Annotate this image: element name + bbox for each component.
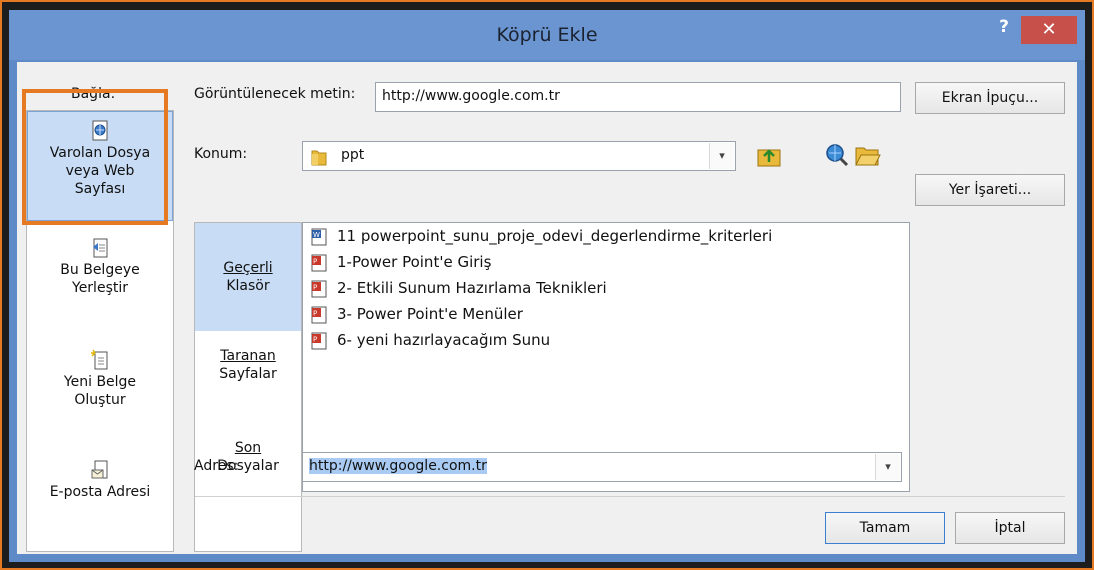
powerpoint-file-icon: P xyxy=(311,280,327,297)
svg-text:P: P xyxy=(313,257,317,265)
cancel-button[interactable]: İptal xyxy=(955,512,1065,544)
link-place-in-document-line2: Yerleştir xyxy=(72,280,128,296)
current-folder-line2: Klasör xyxy=(226,278,270,294)
current-folder-line1: Geçerli xyxy=(223,260,273,276)
link-email-address[interactable]: E-posta Adresi xyxy=(27,459,173,501)
bookmark-button[interactable]: Yer İşareti... xyxy=(915,174,1065,206)
svg-text:P: P xyxy=(313,309,317,317)
file-name: 1-Power Point'e Giriş xyxy=(337,253,492,271)
recent-files-line1: Son xyxy=(234,440,262,456)
link-create-new-document[interactable]: Yeni Belge Oluştur xyxy=(27,349,173,409)
file-name: 11 powerpoint_sunu_proje_odevi_degerlend… xyxy=(337,227,773,245)
powerpoint-file-icon: P xyxy=(311,306,327,323)
file-name: 3- Power Point'e Menüler xyxy=(337,305,523,323)
screentip-button[interactable]: Ekran İpuçu... xyxy=(915,82,1065,114)
hyperlink-dialog: Köprü Ekle ? ✕ Bağla: Varolan Dosya veya… xyxy=(9,10,1085,562)
list-item[interactable]: W 11 powerpoint_sunu_proje_odevi_degerle… xyxy=(311,224,772,248)
powerpoint-file-icon: P xyxy=(311,332,327,349)
browse-web-icon[interactable] xyxy=(823,141,851,169)
svg-text:P: P xyxy=(313,335,317,343)
list-item[interactable]: P 3- Power Point'e Menüler xyxy=(311,302,523,326)
separator xyxy=(195,496,1065,497)
list-item[interactable]: P 1-Power Point'e Giriş xyxy=(311,250,491,274)
help-button[interactable]: ? xyxy=(993,16,1015,38)
list-item[interactable]: P 2- Etkili Sunum Hazırlama Teknikleri xyxy=(311,276,607,300)
ok-button[interactable]: Tamam xyxy=(825,512,945,544)
look-in-select[interactable]: ppt ▾ xyxy=(302,141,736,171)
link-create-new-document-line2: Oluştur xyxy=(74,392,126,408)
browsed-pages-line2: Sayfalar xyxy=(219,366,277,382)
selected-link-highlight xyxy=(22,89,168,225)
address-input[interactable]: http://www.google.com.tr ▾ xyxy=(302,452,902,482)
file-name: 2- Etkili Sunum Hazırlama Teknikleri xyxy=(337,279,607,297)
address-label: Adres: xyxy=(194,458,239,474)
link-email-address-line1: E-posta Adresi xyxy=(49,484,151,500)
address-value: http://www.google.com.tr xyxy=(309,458,487,474)
link-place-in-document[interactable]: Bu Belgeye Yerleştir xyxy=(27,237,173,297)
up-folder-icon[interactable] xyxy=(755,142,783,170)
folder-icon xyxy=(311,150,327,166)
look-in-value: ppt xyxy=(341,147,365,163)
dialog-title: Köprü Ekle xyxy=(496,24,598,46)
browsed-pages-line1: Taranan xyxy=(220,348,276,364)
new-document-icon xyxy=(91,349,108,370)
link-place-in-document-line1: Bu Belgeye xyxy=(60,262,140,278)
list-item[interactable]: P 6- yeni hazırlayacağım Sunu xyxy=(311,328,550,352)
browse-nav: Geçerli Klasör Taranan Sayfalar Son Dosy… xyxy=(194,222,302,552)
svg-text:W: W xyxy=(313,231,320,239)
browsed-pages-tab[interactable]: Taranan Sayfalar xyxy=(195,347,301,383)
powerpoint-file-icon: P xyxy=(311,254,327,271)
word-file-icon: W xyxy=(311,228,327,245)
dialog-body: Bağla: Varolan Dosya veya Web Sayfası Bu… xyxy=(17,62,1077,554)
svg-text:P: P xyxy=(313,283,317,291)
current-folder-tab[interactable]: Geçerli Klasör xyxy=(195,223,301,331)
browse-file-icon[interactable] xyxy=(853,141,881,169)
close-button[interactable]: ✕ xyxy=(1021,16,1077,44)
title-bar: Köprü Ekle ? ✕ xyxy=(9,10,1085,60)
link-create-new-document-line1: Yeni Belge xyxy=(63,374,137,390)
look-in-dropdown-arrow[interactable]: ▾ xyxy=(709,143,734,169)
address-dropdown-arrow[interactable]: ▾ xyxy=(875,454,900,480)
display-text-input[interactable]: http://www.google.com.tr xyxy=(375,82,901,112)
look-in-label: Konum: xyxy=(194,146,248,162)
email-icon xyxy=(91,460,108,479)
display-text-label: Görüntülenecek metin: xyxy=(194,86,356,102)
file-name: 6- yeni hazırlayacağım Sunu xyxy=(337,331,551,349)
document-bookmark-icon xyxy=(93,238,108,258)
